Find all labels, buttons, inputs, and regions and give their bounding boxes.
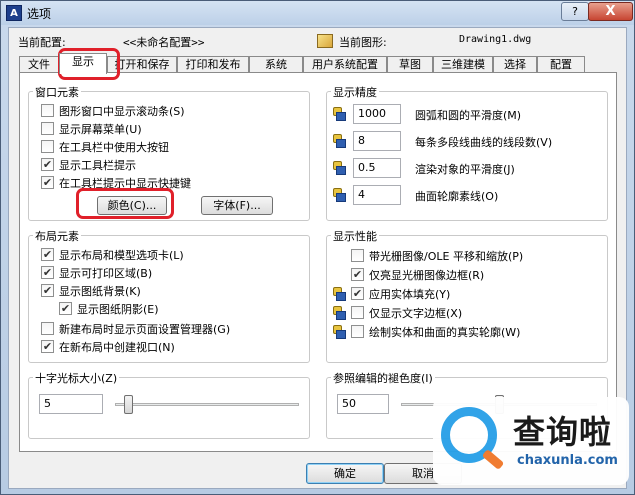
help-button[interactable]: ? bbox=[561, 2, 589, 21]
screen-menu-checkbox[interactable] bbox=[41, 122, 54, 135]
window-title: 选项 bbox=[27, 7, 52, 21]
display-tab-panel: 窗口元素 图形窗口中显示滚动条(S) 显示屏幕菜单(U) 在工具栏中使用大按钮 … bbox=[19, 72, 617, 452]
raster-frame-checkbox[interactable]: ✔ bbox=[351, 268, 364, 281]
tab-3d-modeling[interactable]: 三维建模 bbox=[433, 56, 493, 73]
tooltips-checkbox[interactable]: ✔ bbox=[41, 158, 54, 171]
crosshair-size-slider-track[interactable] bbox=[115, 403, 299, 406]
create-viewport-checkbox[interactable]: ✔ bbox=[41, 340, 54, 353]
drawing-icon bbox=[317, 34, 333, 48]
render-smoothness-icon bbox=[331, 160, 347, 176]
text-frame-icon bbox=[331, 305, 347, 321]
arc-smoothness-label: 圆弧和圆的平滑度(M) bbox=[415, 109, 522, 122]
tab-files[interactable]: 文件 bbox=[19, 56, 59, 73]
shortcut-keys-checkbox[interactable]: ✔ bbox=[41, 176, 54, 189]
printable-area-checkbox[interactable]: ✔ bbox=[41, 266, 54, 279]
printable-area-checkbox-label: 显示可打印区域(B) bbox=[59, 267, 153, 280]
solid-fill-checkbox[interactable]: ✔ bbox=[351, 287, 364, 300]
display-resolution-title: 显示精度 bbox=[331, 84, 379, 100]
crosshair-size-title: 十字光标大小(Z) bbox=[33, 370, 120, 386]
ok-button[interactable]: 确定 bbox=[306, 463, 384, 484]
current-profile-label: 当前配置: bbox=[18, 36, 66, 49]
layout-tabs-checkbox[interactable]: ✔ bbox=[41, 248, 54, 261]
scrollbar-checkbox[interactable] bbox=[41, 104, 54, 117]
contour-lines-icon bbox=[331, 187, 347, 203]
xref-fade-title: 参照编辑的褪色度(I) bbox=[331, 370, 435, 386]
current-profile-value: <<未命名配置>> bbox=[123, 36, 205, 49]
crosshair-size-slider-thumb[interactable] bbox=[123, 395, 133, 414]
silhouettes-icon bbox=[331, 324, 347, 340]
polyline-segments-label: 每条多段线曲线的线段数(V) bbox=[415, 136, 553, 149]
tab-selection[interactable]: 选择 bbox=[493, 56, 537, 73]
watermark-logo-icon bbox=[441, 407, 505, 471]
scrollbar-checkbox-label: 图形窗口中显示滚动条(S) bbox=[59, 105, 185, 118]
paper-shadow-checkbox[interactable]: ✔ bbox=[59, 302, 72, 315]
layout-tabs-checkbox-label: 显示布局和模型选项卡(L) bbox=[59, 249, 184, 262]
tooltips-checkbox-label: 显示工具栏提示 bbox=[59, 159, 136, 172]
display-performance-group: 显示性能 带光栅图像/OLE 平移和缩放(P) ✔ 仅亮显光栅图像边框(R) ✔… bbox=[326, 228, 608, 363]
layout-elements-group: 布局元素 ✔ 显示布局和模型选项卡(L) ✔ 显示可打印区域(B) ✔ 显示图纸… bbox=[28, 228, 310, 363]
silhouettes-checkbox[interactable] bbox=[351, 325, 364, 338]
polyline-segments-icon bbox=[331, 133, 347, 149]
create-viewport-checkbox-label: 在新布局中创建视口(N) bbox=[59, 341, 175, 354]
tab-plot-publish[interactable]: 打印和发布 bbox=[177, 56, 249, 73]
watermark-url: chaxunla.com bbox=[517, 453, 618, 468]
current-drawing-value: Drawing1.dwg bbox=[459, 34, 532, 45]
screen-menu-checkbox-label: 显示屏幕菜单(U) bbox=[59, 123, 142, 136]
solid-fill-checkbox-label: 应用实体填充(Y) bbox=[369, 288, 451, 301]
text-frame-checkbox-label: 仅显示文字边框(X) bbox=[369, 307, 463, 320]
tab-display[interactable]: 显示 bbox=[59, 53, 107, 74]
watermark: 查询啦 chaxunla.com bbox=[433, 397, 629, 485]
layout-elements-title: 布局元素 bbox=[33, 228, 81, 244]
window-elements-title: 窗口元素 bbox=[33, 84, 81, 100]
close-button[interactable]: X bbox=[588, 2, 633, 21]
page-setup-manager-checkbox[interactable] bbox=[41, 322, 54, 335]
arc-smoothness-icon bbox=[331, 106, 347, 122]
tab-user-preferences[interactable]: 用户系统配置 bbox=[303, 56, 387, 73]
solid-fill-icon bbox=[331, 286, 347, 302]
display-performance-title: 显示性能 bbox=[331, 228, 379, 244]
raster-frame-checkbox-label: 仅亮显光栅图像边框(R) bbox=[369, 269, 485, 282]
tab-profiles[interactable]: 配置 bbox=[537, 56, 585, 73]
large-buttons-checkbox[interactable] bbox=[41, 140, 54, 153]
current-drawing-label: 当前图形: bbox=[339, 36, 387, 49]
paper-background-checkbox-label: 显示图纸背景(K) bbox=[59, 285, 141, 298]
render-smoothness-label: 渲染对象的平滑度(J) bbox=[415, 163, 515, 176]
render-smoothness-field[interactable]: 0.5 bbox=[353, 158, 401, 178]
large-buttons-checkbox-label: 在工具栏中使用大按钮 bbox=[59, 141, 169, 154]
tab-system[interactable]: 系统 bbox=[249, 56, 303, 73]
raster-pan-zoom-checkbox-label: 带光栅图像/OLE 平移和缩放(P) bbox=[369, 250, 524, 263]
text-frame-checkbox[interactable] bbox=[351, 306, 364, 319]
color-button-highlight bbox=[76, 188, 174, 219]
polyline-segments-field[interactable]: 8 bbox=[353, 131, 401, 151]
contour-lines-field[interactable]: 4 bbox=[353, 185, 401, 205]
paper-background-checkbox[interactable]: ✔ bbox=[41, 284, 54, 297]
title-bar[interactable]: A 选项 ? X bbox=[1, 1, 634, 25]
crosshair-size-group: 十字光标大小(Z) 5 bbox=[28, 370, 310, 439]
paper-shadow-checkbox-label: 显示图纸阴影(E) bbox=[77, 303, 159, 316]
display-resolution-group: 显示精度 1000 圆弧和圆的平滑度(M) 8 每条多段线曲线的线段数(V) 0… bbox=[326, 84, 608, 221]
silhouettes-checkbox-label: 绘制实体和曲面的真实轮廓(W) bbox=[369, 326, 521, 339]
crosshair-size-field[interactable]: 5 bbox=[39, 394, 103, 414]
watermark-text: 查询啦 bbox=[513, 413, 613, 451]
contour-lines-label: 曲面轮廓素线(O) bbox=[415, 190, 499, 203]
autocad-app-icon: A bbox=[6, 5, 22, 21]
font-button[interactable]: 字体(F)... bbox=[201, 196, 273, 215]
arc-smoothness-field[interactable]: 1000 bbox=[353, 104, 401, 124]
page-setup-manager-checkbox-label: 新建布局时显示页面设置管理器(G) bbox=[59, 323, 231, 336]
options-dialog: A 选项 ? X 当前配置: <<未命名配置>> 当前图形: Drawing1.… bbox=[0, 0, 635, 495]
tab-drafting[interactable]: 草图 bbox=[387, 56, 433, 73]
xref-fade-field[interactable]: 50 bbox=[337, 394, 389, 414]
raster-pan-zoom-checkbox[interactable] bbox=[351, 249, 364, 262]
